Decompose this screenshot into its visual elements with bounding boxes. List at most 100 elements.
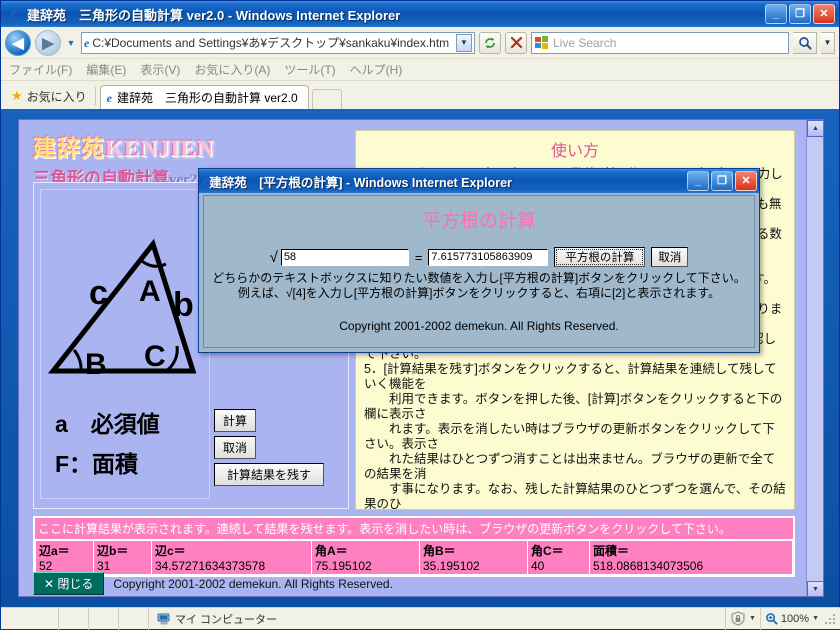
- scroll-down-button[interactable]: ▼: [807, 581, 823, 596]
- search-go-button[interactable]: [793, 31, 817, 54]
- security-zone-label: マイ コンピューター: [175, 613, 278, 626]
- dialog-help-line-2: 例えば、√[4]を入力し[平方根の計算]ボタンをクリックすると、右項に[2]と表…: [237, 286, 721, 300]
- tab-favicon-icon: e: [106, 90, 112, 105]
- triangle-svg: c b A B C: [47, 238, 197, 381]
- help-line: れます。表示を消したい時はブラウザの更新ボタンをクリックして下さい。表示さ: [364, 422, 775, 451]
- security-zone[interactable]: マイ コンピューター: [149, 608, 285, 630]
- result-value: 518.0868134073506: [593, 559, 704, 573]
- status-bar: マイ コンピューター ▼ 100% ▼: [1, 607, 840, 630]
- browser-window: e 建辞苑 三角形の自動計算 ver2.0 - Windows Internet…: [0, 0, 840, 630]
- result-cell-angle-a: 角A＝ 75.195102: [311, 540, 420, 575]
- zoom-level: 100%: [780, 612, 810, 625]
- protected-mode-dropdown-icon[interactable]: ▼: [749, 615, 756, 622]
- menu-bar: ファイル(F) 編集(E) 表示(V) お気に入り(A) ツール(T) ヘルプ(…: [1, 59, 839, 81]
- svg-text:A: A: [139, 275, 161, 308]
- svg-text:C: C: [144, 340, 166, 373]
- equals-sign: =: [414, 249, 423, 265]
- minimize-button[interactable]: _: [765, 4, 787, 24]
- keep-results-button[interactable]: 計算結果を残す: [214, 463, 325, 486]
- help-line: 5．[計算結果を残す]ボタンをクリックすると、計算結果を連続して残していく機能を: [364, 362, 777, 391]
- menu-item-tools[interactable]: ツール(T): [284, 61, 335, 78]
- result-cell-area: 面積＝ 518.0868134073506: [589, 540, 793, 575]
- radical-icon: √: [269, 248, 278, 266]
- result-header: 辺c＝: [155, 544, 186, 558]
- menu-item-view[interactable]: 表示(V): [140, 61, 180, 78]
- sqrt-output[interactable]: 7.615773105863909: [428, 248, 549, 266]
- menu-item-help[interactable]: ヘルプ(H): [350, 61, 403, 78]
- windows-flag-icon: [535, 36, 548, 49]
- vertical-scrollbar[interactable]: ▲ ▼: [806, 120, 823, 596]
- browser-tab[interactable]: e 建辞苑 三角形の自動計算 ver2.0: [99, 85, 309, 109]
- scroll-up-button[interactable]: ▲: [807, 120, 823, 137]
- status-cell-1: [1, 607, 59, 630]
- help-title: 使い方: [550, 143, 599, 160]
- sqrt-calculate-button[interactable]: 平方根の計算: [554, 247, 646, 267]
- status-cell-4: [119, 607, 149, 630]
- help-line: れた結果はひとつずつ消すことは出来ません。ブラウザの更新で全ての結果を消: [364, 452, 776, 481]
- my-computer-icon: [157, 613, 170, 624]
- sqrt-calculator-window: e 建辞苑 [平方根の計算] - Windows Internet Explor…: [198, 168, 760, 353]
- sqrt-cancel-button[interactable]: 取消: [651, 247, 689, 267]
- dialog-title-bar[interactable]: e 建辞苑 [平方根の計算] - Windows Internet Explor…: [199, 169, 759, 193]
- logo-en: KENJIEN: [105, 136, 215, 161]
- menu-item-file[interactable]: ファイル(F): [9, 61, 72, 78]
- result-value: 34.57271634373578: [155, 559, 266, 573]
- address-dropdown-icon[interactable]: ▼: [456, 33, 472, 52]
- status-cell-2: [59, 607, 89, 630]
- zoom-control[interactable]: 100% ▼: [759, 607, 825, 630]
- calculate-button[interactable]: 計算: [214, 409, 257, 432]
- protected-mode-indicator[interactable]: ▼: [724, 607, 760, 630]
- refresh-button[interactable]: [479, 31, 501, 54]
- window-caption-buttons: _ ❐ ✕: [765, 4, 837, 24]
- result-header: 面積＝: [593, 544, 630, 558]
- search-input[interactable]: Live Search: [531, 31, 789, 54]
- triangle-diagram: c b A B C a 必須値 F：面積: [40, 189, 210, 499]
- page-close-button[interactable]: ✕ 閉じる: [33, 572, 105, 595]
- result-cell-angle-b: 角B＝ 35.195102: [419, 540, 528, 575]
- menu-item-edit[interactable]: 編集(E): [86, 61, 126, 78]
- menu-item-favorites[interactable]: お気に入り(A): [194, 61, 270, 78]
- address-toolbar: ◀ ▶ ▼ e C:¥Documents and Settings¥あ¥デスクト…: [1, 27, 839, 59]
- clear-button[interactable]: 取消: [214, 436, 257, 459]
- result-header: 角A＝: [315, 544, 348, 558]
- result-header: 角C＝: [531, 544, 564, 558]
- dialog-maximize-button[interactable]: ❐: [711, 171, 733, 191]
- logo-text: 建辞苑KENJIEN: [33, 129, 214, 163]
- zoom-dropdown-icon[interactable]: ▼: [812, 615, 819, 622]
- result-header: 角B＝: [423, 544, 456, 558]
- zoom-magnifier-icon: [765, 613, 778, 625]
- history-dropdown-icon[interactable]: ▼: [65, 38, 77, 48]
- resize-grip[interactable]: [825, 611, 839, 626]
- dialog-minimize-button[interactable]: _: [687, 171, 709, 191]
- back-button[interactable]: ◀: [5, 29, 31, 56]
- tab-label: 建辞苑 三角形の自動計算 ver2.0: [117, 91, 298, 105]
- tab-bar: ★ お気に入り e 建辞苑 三角形の自動計算 ver2.0: [1, 81, 839, 109]
- dialog-close-button[interactable]: ✕: [735, 171, 757, 191]
- forward-button[interactable]: ▶: [35, 29, 61, 56]
- result-value: 40: [531, 559, 545, 573]
- address-bar[interactable]: e C:¥Documents and Settings¥あ¥デスクトップ¥san…: [81, 31, 475, 54]
- new-tab-button[interactable]: [311, 89, 342, 109]
- help-line: 利用できます。ボタンを押した後、[計算]ボタンをクリックすると下の欄に表示さ: [364, 392, 783, 421]
- svg-text:c: c: [89, 274, 108, 312]
- status-cell-3: [89, 607, 119, 630]
- page-favicon-icon: e: [84, 35, 90, 50]
- close-x-icon: ✕: [44, 577, 58, 591]
- form-button-column: 計算 取消 計算結果を残す: [214, 409, 325, 490]
- result-cell-side-b: 辺b＝ 31: [93, 540, 152, 575]
- svg-text:B: B: [85, 348, 107, 381]
- stop-button[interactable]: [505, 31, 527, 54]
- maximize-button[interactable]: ❐: [789, 4, 811, 24]
- sqrt-input[interactable]: 58: [280, 248, 409, 266]
- result-value: 31: [97, 559, 111, 573]
- help-line: す事になります。なお、残した計算結果のひとつずつを選んで、その結果のひ: [364, 482, 786, 510]
- favorites-button[interactable]: ★ お気に入り: [7, 85, 95, 107]
- close-button[interactable]: ✕: [813, 4, 835, 24]
- page-footer: ✕ 閉じる Copyright 2001-2002 demekun. All R…: [33, 572, 393, 595]
- result-value: 75.195102: [315, 559, 372, 573]
- star-icon: ★: [11, 88, 23, 103]
- table-row: 辺a＝ 52 辺b＝ 31 辺c＝ 34.57271634373578 角A＝ …: [35, 540, 793, 575]
- logo-jp: 建辞苑: [33, 136, 105, 161]
- search-options-dropdown-icon[interactable]: ▼: [821, 31, 835, 54]
- window-title-bar[interactable]: e 建辞苑 三角形の自動計算 ver2.0 - Windows Internet…: [1, 1, 839, 27]
